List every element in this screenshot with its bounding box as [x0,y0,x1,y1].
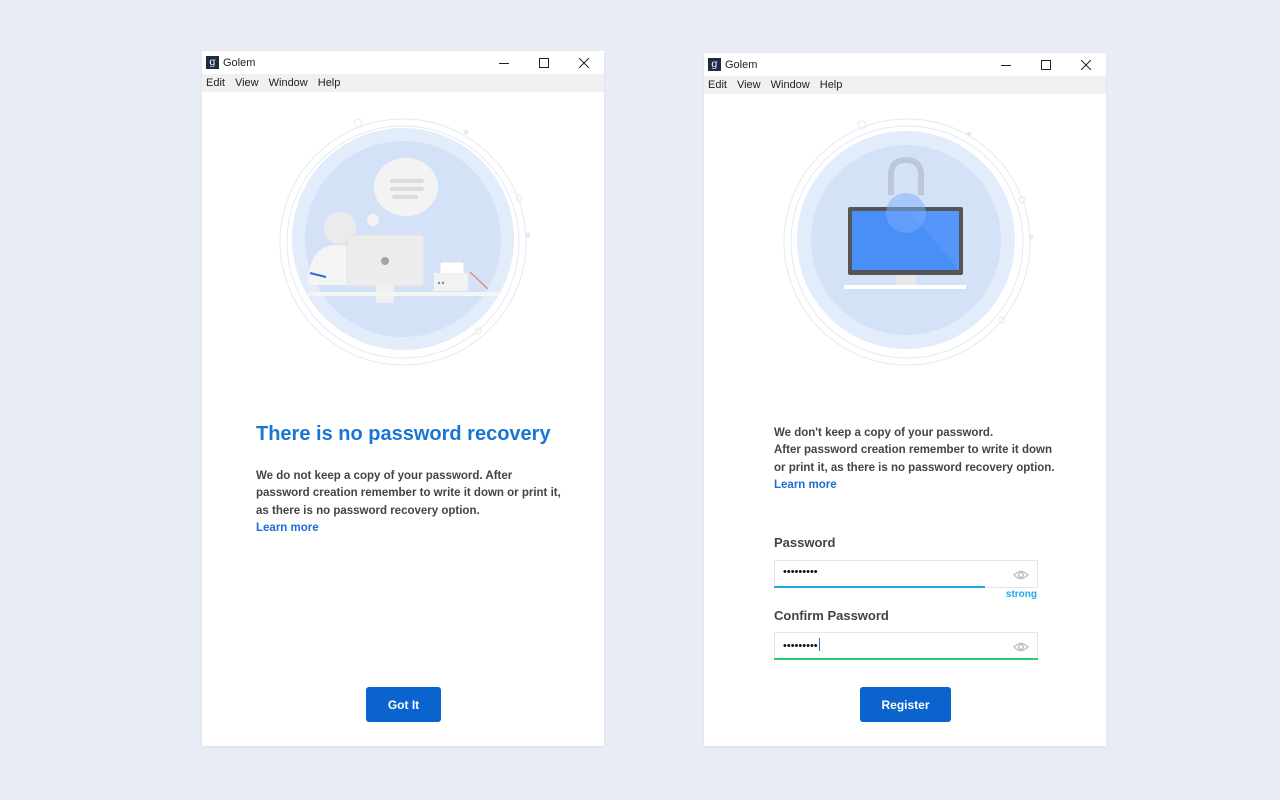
info-text: We don't keep a copy of your password. A… [774,425,1064,494]
app-title: Golem [725,58,758,71]
info-line-2: After password creation remember to writ… [774,444,1052,457]
confirm-password-label: Confirm Password [774,608,889,623]
menu-window[interactable]: Window [264,74,313,92]
menu-bar: Edit View Window Help [202,74,604,92]
password-label: Password [774,535,836,550]
minimize-icon[interactable] [986,53,1026,76]
menu-help[interactable]: Help [815,76,848,94]
confirm-password-value: ••••••••• [783,640,818,652]
eye-icon[interactable] [1013,568,1029,586]
password-field[interactable]: ••••••••• [774,560,1038,588]
menu-view[interactable]: View [732,76,766,94]
menu-view[interactable]: View [230,74,264,92]
app-title: Golem [223,56,256,69]
eye-icon[interactable] [1013,640,1029,658]
text-cursor [818,638,820,651]
learn-more-link[interactable]: Learn more [256,520,561,537]
info-paragraph: We do not keep a copy of your password. … [256,470,561,517]
close-icon[interactable] [564,51,604,74]
title-bar[interactable]: g Golem [202,51,604,74]
menu-bar: Edit View Window Help [704,76,1106,94]
info-line-1: We don't keep a copy of your password. [774,427,994,439]
title-bar[interactable]: g Golem [704,53,1106,76]
password-match-bar [774,658,1038,660]
menu-window[interactable]: Window [766,76,815,94]
locked-computer-illustration [783,118,1034,366]
password-value: ••••••••• [783,566,818,578]
minimize-icon[interactable] [484,51,524,74]
maximize-icon[interactable] [1026,53,1066,76]
register-button[interactable]: Register [860,687,951,722]
golem-logo-icon: g [708,58,721,71]
person-at-computer-illustration [279,118,530,366]
info-line-3: or print it, as there is no password rec… [774,461,1055,474]
close-icon[interactable] [1066,53,1106,76]
learn-more-link[interactable]: Learn more [774,477,1064,494]
got-it-button[interactable]: Got It [366,687,441,722]
password-strength-label: strong [1005,589,1037,600]
menu-help[interactable]: Help [313,74,346,92]
confirm-password-field[interactable]: ••••••••• [774,632,1038,660]
menu-edit[interactable]: Edit [202,74,230,92]
info-text: We do not keep a copy of your password. … [256,468,561,537]
window-no-recovery: g Golem Edit View Window Help There is n… [202,51,604,746]
page-heading: There is no password recovery [256,423,551,445]
maximize-icon[interactable] [524,51,564,74]
menu-edit[interactable]: Edit [704,76,732,94]
window-register: g Golem Edit View Window Help We don't k… [704,53,1106,746]
password-strength-bar [774,586,985,588]
golem-logo-icon: g [206,56,219,69]
